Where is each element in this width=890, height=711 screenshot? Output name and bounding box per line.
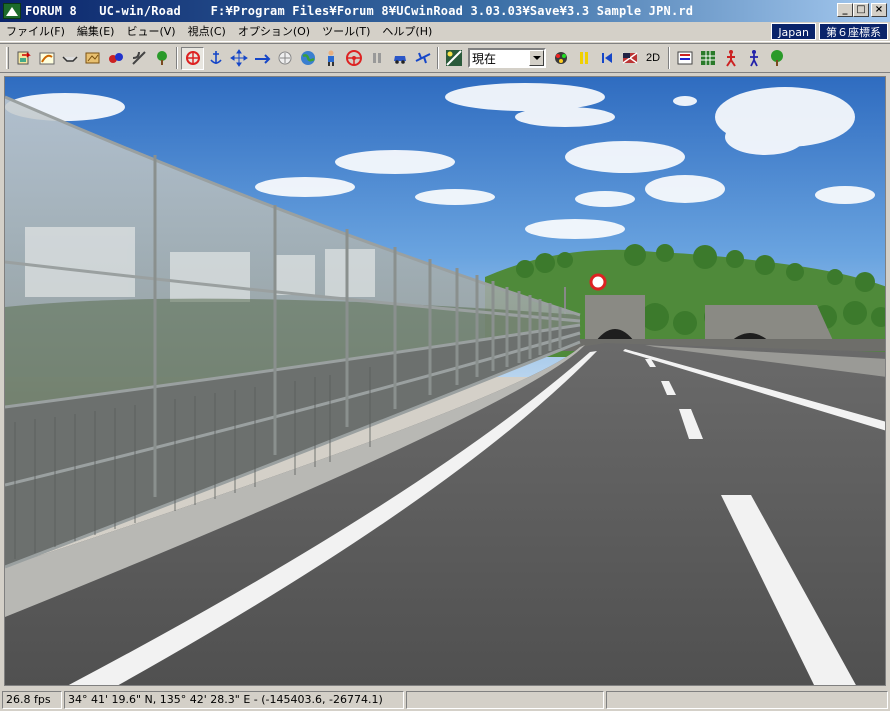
toolbar: 現在 2D bbox=[0, 43, 890, 73]
skip-back-button[interactable] bbox=[595, 47, 618, 70]
globe-icon bbox=[300, 51, 315, 65]
title-bar[interactable]: FORUM 8 UC-win/Road F:¥Program Files¥For… bbox=[0, 0, 890, 22]
yellow-pause-button[interactable] bbox=[572, 47, 595, 70]
intersection-icon bbox=[131, 51, 146, 65]
grid-icon bbox=[700, 51, 715, 65]
toolbar-grip[interactable] bbox=[6, 47, 9, 69]
anchor-button[interactable] bbox=[204, 47, 227, 70]
grid-button[interactable] bbox=[696, 47, 719, 70]
anchor-icon bbox=[209, 51, 222, 64]
move-mode-button[interactable] bbox=[181, 46, 204, 70]
pedestrian-blue-icon bbox=[749, 50, 758, 67]
fly-icon bbox=[254, 54, 270, 64]
menu-tools[interactable]: ツール(T) bbox=[316, 23, 376, 41]
road-edit-icon bbox=[39, 52, 54, 65]
mode-2d-button[interactable]: 2D bbox=[641, 47, 665, 70]
menu-file[interactable]: ファイル(F) bbox=[0, 23, 71, 41]
toolbar-separator bbox=[176, 47, 178, 69]
person-button[interactable] bbox=[319, 47, 342, 70]
pedestrian-blue-button[interactable] bbox=[742, 47, 765, 70]
walk-icon bbox=[278, 51, 291, 65]
fps-readout: 26.8 fps bbox=[2, 691, 62, 709]
toolbar-separator bbox=[437, 47, 439, 69]
menu-help[interactable]: ヘルプ(H) bbox=[376, 23, 438, 41]
terrain-icon bbox=[85, 52, 99, 64]
app-logo-icon bbox=[3, 3, 21, 19]
cross-section-icon bbox=[61, 56, 78, 62]
car-button[interactable] bbox=[388, 47, 411, 70]
intersection-button[interactable] bbox=[127, 47, 150, 70]
move-cross-button[interactable] bbox=[227, 47, 250, 70]
terrain-button[interactable] bbox=[81, 47, 104, 70]
3d-viewport[interactable] bbox=[4, 76, 886, 686]
tree-button[interactable] bbox=[150, 47, 173, 70]
import-icon bbox=[17, 51, 31, 65]
signal-icon bbox=[554, 52, 567, 64]
status-panel-4 bbox=[606, 691, 888, 709]
coord-system-badge[interactable]: 第６座標系 bbox=[819, 23, 888, 40]
close-button[interactable]: × bbox=[871, 3, 887, 17]
chevron-down-icon[interactable] bbox=[529, 50, 544, 66]
pedestrian-red-button[interactable] bbox=[719, 47, 742, 70]
speed-sign bbox=[589, 273, 607, 291]
traffic-button[interactable] bbox=[104, 47, 127, 70]
skip-back-icon bbox=[601, 53, 612, 63]
road-edit-button[interactable] bbox=[35, 47, 58, 70]
menu-edit[interactable]: 編集(E) bbox=[71, 23, 121, 41]
airplane-button[interactable] bbox=[411, 47, 434, 70]
yellow-pause-icon bbox=[579, 52, 588, 64]
globe-button[interactable] bbox=[296, 47, 319, 70]
status-bar: 26.8 fps 34° 41' 19.6" N, 135° 42' 28.3"… bbox=[0, 689, 890, 711]
sun-time-icon bbox=[445, 50, 462, 66]
move-mode-icon bbox=[185, 51, 200, 65]
person-icon bbox=[327, 50, 334, 66]
import-button[interactable] bbox=[12, 47, 35, 70]
menu-viewpoint[interactable]: 視点(C) bbox=[182, 23, 232, 41]
steering-wheel-icon bbox=[345, 50, 362, 66]
road-scene bbox=[5, 77, 885, 685]
coordinate-readout: 34° 41' 19.6" N, 135° 42' 28.3" E - (-14… bbox=[64, 691, 404, 709]
traffic-icon bbox=[108, 53, 123, 63]
window-title: FORUM 8 UC-win/Road F:¥Program Files¥For… bbox=[25, 4, 694, 18]
sun-time-button[interactable] bbox=[442, 47, 465, 70]
menu-bar: ファイル(F) 編集(E) ビュー(V) 視点(C) オプション(O) ツール(… bbox=[0, 22, 890, 42]
pedestrian-red-icon bbox=[725, 50, 736, 67]
car-icon bbox=[393, 56, 406, 64]
move-cross-icon bbox=[229, 49, 248, 67]
pause-button[interactable] bbox=[365, 47, 388, 70]
region-badge[interactable]: Japan bbox=[771, 23, 816, 40]
flag-button[interactable] bbox=[618, 47, 641, 70]
signal-button[interactable] bbox=[549, 47, 572, 70]
flag-icon bbox=[622, 52, 637, 64]
tree-green-button[interactable] bbox=[765, 47, 788, 70]
panel-icon bbox=[677, 51, 692, 65]
tree-green-icon bbox=[770, 50, 783, 66]
cross-section-button[interactable] bbox=[58, 47, 81, 70]
status-panel-3 bbox=[406, 691, 604, 709]
time-select[interactable]: 現在 bbox=[468, 48, 546, 68]
minimize-button[interactable]: _ bbox=[837, 3, 853, 17]
tree-icon bbox=[156, 51, 167, 65]
steering-wheel-button[interactable] bbox=[342, 47, 365, 70]
menu-options[interactable]: オプション(O) bbox=[232, 23, 316, 41]
maximize-button[interactable]: □ bbox=[853, 3, 869, 17]
fly-button[interactable] bbox=[250, 47, 273, 70]
toolbar-separator bbox=[668, 47, 670, 69]
walk-button[interactable] bbox=[273, 47, 296, 70]
pause-icon bbox=[372, 53, 381, 63]
time-select-value: 現在 bbox=[472, 51, 497, 66]
airplane-icon bbox=[415, 52, 430, 64]
panel-button[interactable] bbox=[673, 47, 696, 70]
menu-view[interactable]: ビュー(V) bbox=[120, 23, 181, 41]
